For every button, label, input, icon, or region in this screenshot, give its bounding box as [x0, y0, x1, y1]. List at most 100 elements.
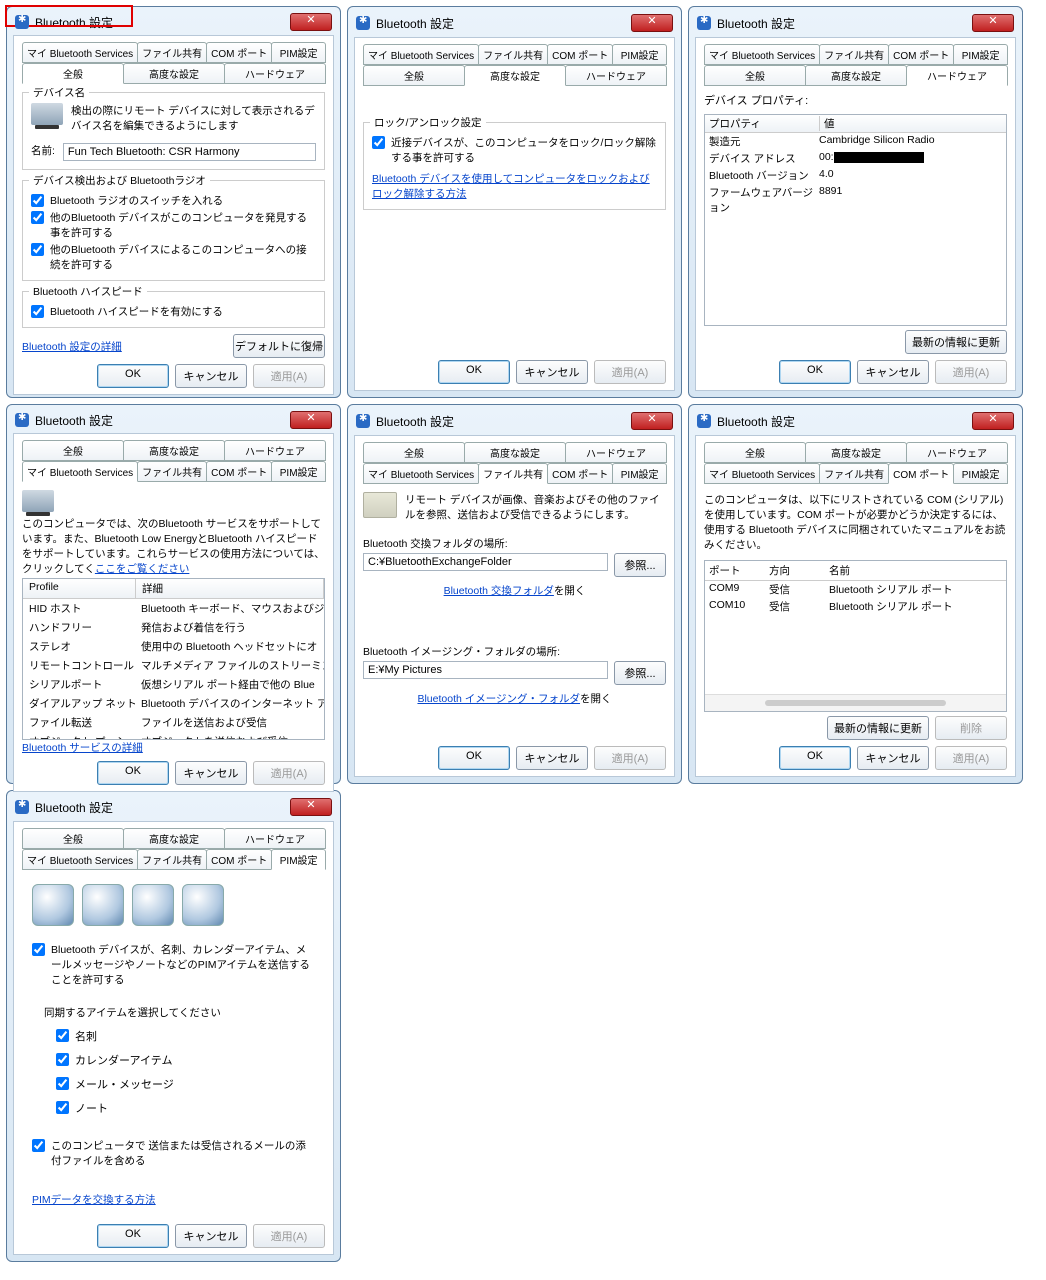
name-input[interactable] — [63, 143, 316, 161]
tab-com[interactable]: COM ポート — [206, 42, 272, 63]
close-button[interactable] — [290, 798, 332, 816]
tab-pim[interactable]: PIM設定 — [612, 463, 667, 484]
tab-advanced[interactable]: 高度な設定 — [805, 65, 907, 86]
tab-hardware[interactable]: ハードウェア — [906, 442, 1008, 463]
link-exchange-folder[interactable]: Bluetooth 交換フォルダ — [444, 585, 554, 597]
com-list[interactable]: ポート 方向 名前 COM9受信Bluetooth シリアル ポートCOM10受… — [704, 560, 1007, 712]
tab-hardware[interactable]: ハードウェア — [224, 63, 326, 84]
tab-services[interactable]: マイ Bluetooth Services — [22, 461, 138, 482]
tab-services[interactable]: マイ Bluetooth Services — [22, 42, 138, 63]
tab-services[interactable]: マイ Bluetooth Services — [704, 463, 820, 484]
tab-pim[interactable]: PIM設定 — [271, 42, 326, 63]
refresh-button[interactable]: 最新の情報に更新 — [827, 716, 929, 740]
exchange-folder-input[interactable] — [363, 553, 608, 571]
apply-button[interactable]: 適用(A) — [253, 364, 325, 388]
tab-advanced[interactable]: 高度な設定 — [464, 65, 566, 86]
table-row[interactable]: COM9受信Bluetooth シリアル ポート — [705, 581, 1006, 598]
tab-pim[interactable]: PIM設定 — [271, 461, 326, 482]
close-button[interactable] — [290, 13, 332, 31]
tab-general[interactable]: 全般 — [363, 442, 465, 463]
apply-button[interactable]: 適用(A) — [594, 746, 666, 770]
tab-general[interactable]: 全般 — [704, 442, 806, 463]
tab-advanced[interactable]: 高度な設定 — [123, 63, 225, 84]
tab-pim[interactable]: PIM設定 — [953, 44, 1008, 65]
apply-button[interactable]: 適用(A) — [935, 360, 1007, 384]
link-here[interactable]: ここをご覧ください — [95, 563, 190, 575]
tab-advanced[interactable]: 高度な設定 — [123, 440, 225, 461]
table-row[interactable]: ハンドフリー発信および着信を行う — [23, 618, 324, 637]
chk-attachments[interactable] — [32, 1139, 45, 1152]
table-row[interactable]: HID ホストBluetooth キーボード、マウスおよびジ — [23, 599, 324, 618]
table-row[interactable]: オブジェクト プッシュオブジェクトを送信および受信 — [23, 732, 324, 739]
tab-hardware[interactable]: ハードウェア — [565, 442, 667, 463]
tab-fileshare[interactable]: ファイル共有 — [819, 44, 889, 65]
close-button[interactable] — [631, 14, 673, 32]
cancel-button[interactable]: キャンセル — [516, 746, 588, 770]
properties-list[interactable]: プロパティ 値 製造元Cambridge Silicon Radio デバイス … — [704, 114, 1007, 326]
browse-button-1[interactable]: 参照... — [614, 553, 666, 577]
tab-general[interactable]: 全般 — [22, 828, 124, 849]
tab-pim[interactable]: PIM設定 — [953, 463, 1008, 484]
tab-fileshare[interactable]: ファイル共有 — [137, 42, 207, 63]
tab-pim[interactable]: PIM設定 — [612, 44, 667, 65]
ok-button[interactable]: OK — [438, 360, 510, 384]
scrollbar[interactable] — [705, 694, 1006, 711]
chk-discoverable[interactable] — [31, 211, 44, 224]
close-button[interactable] — [972, 412, 1014, 430]
cancel-button[interactable]: キャンセル — [857, 360, 929, 384]
tab-general[interactable]: 全般 — [363, 65, 465, 86]
defaults-button[interactable]: デフォルトに復帰 — [233, 334, 325, 358]
link-services-detail[interactable]: Bluetooth サービスの詳細 — [22, 742, 143, 754]
tab-pim[interactable]: PIM設定 — [271, 849, 326, 870]
delete-button[interactable]: 削除 — [935, 716, 1007, 740]
services-table[interactable]: Profile 詳細 HID ホストBluetooth キーボード、マウスおよび… — [22, 578, 325, 740]
tab-com[interactable]: COM ポート — [206, 849, 272, 870]
link-settings-detail[interactable]: Bluetooth 設定の詳細 — [22, 339, 122, 354]
tab-advanced[interactable]: 高度な設定 — [805, 442, 907, 463]
tab-general[interactable]: 全般 — [704, 65, 806, 86]
ok-button[interactable]: OK — [779, 360, 851, 384]
tab-services[interactable]: マイ Bluetooth Services — [363, 44, 479, 65]
tab-com[interactable]: COM ポート — [547, 463, 613, 484]
tab-general[interactable]: 全般 — [22, 440, 124, 461]
tab-com[interactable]: COM ポート — [888, 44, 954, 65]
tab-fileshare[interactable]: ファイル共有 — [137, 849, 207, 870]
ok-button[interactable]: OK — [438, 746, 510, 770]
cancel-button[interactable]: キャンセル — [175, 1224, 247, 1248]
tab-services[interactable]: マイ Bluetooth Services — [22, 849, 138, 870]
close-button[interactable] — [631, 412, 673, 430]
link-lock-howto[interactable]: Bluetooth デバイスを使用してコンピュータをロックおよびロック解除する方… — [372, 173, 650, 200]
tab-advanced[interactable]: 高度な設定 — [464, 442, 566, 463]
table-row[interactable]: シリアルポート仮想シリアル ポート経由で他の Blue — [23, 675, 324, 694]
ok-button[interactable]: OK — [779, 746, 851, 770]
table-row[interactable]: ダイアルアップ ネットワー...Bluetooth デバイスのインターネット ア — [23, 694, 324, 713]
tab-services[interactable]: マイ Bluetooth Services — [704, 44, 820, 65]
link-imaging-folder[interactable]: Bluetooth イメージング・フォルダ — [417, 693, 580, 705]
cancel-button[interactable]: キャンセル — [175, 364, 247, 388]
ok-button[interactable]: OK — [97, 761, 169, 785]
browse-button-2[interactable]: 参照... — [614, 661, 666, 685]
tab-fileshare[interactable]: ファイル共有 — [819, 463, 889, 484]
table-row[interactable]: COM10受信Bluetooth シリアル ポート — [705, 598, 1006, 615]
tab-hardware[interactable]: ハードウェア — [565, 65, 667, 86]
apply-button[interactable]: 適用(A) — [253, 1224, 325, 1248]
tab-hardware[interactable]: ハードウェア — [224, 828, 326, 849]
close-button[interactable] — [290, 411, 332, 429]
com-body[interactable]: COM9受信Bluetooth シリアル ポートCOM10受信Bluetooth… — [705, 581, 1006, 694]
cancel-button[interactable]: キャンセル — [175, 761, 247, 785]
refresh-button[interactable]: 最新の情報に更新 — [905, 330, 1007, 354]
chk-mail[interactable] — [56, 1077, 69, 1090]
tab-fileshare[interactable]: ファイル共有 — [137, 461, 207, 482]
apply-button[interactable]: 適用(A) — [594, 360, 666, 384]
cancel-button[interactable]: キャンセル — [857, 746, 929, 770]
tab-advanced[interactable]: 高度な設定 — [123, 828, 225, 849]
tab-com[interactable]: COM ポート — [888, 463, 954, 484]
apply-button[interactable]: 適用(A) — [253, 761, 325, 785]
tab-hardware[interactable]: ハードウェア — [224, 440, 326, 461]
tab-services[interactable]: マイ Bluetooth Services — [363, 463, 479, 484]
imaging-folder-input[interactable] — [363, 661, 608, 679]
tab-com[interactable]: COM ポート — [206, 461, 272, 482]
link-pim-howto[interactable]: PIMデータを交換する方法 — [32, 1194, 156, 1206]
chk-note[interactable] — [56, 1101, 69, 1114]
table-row[interactable]: ステレオ使用中の Bluetooth ヘッドセットにオ — [23, 637, 324, 656]
